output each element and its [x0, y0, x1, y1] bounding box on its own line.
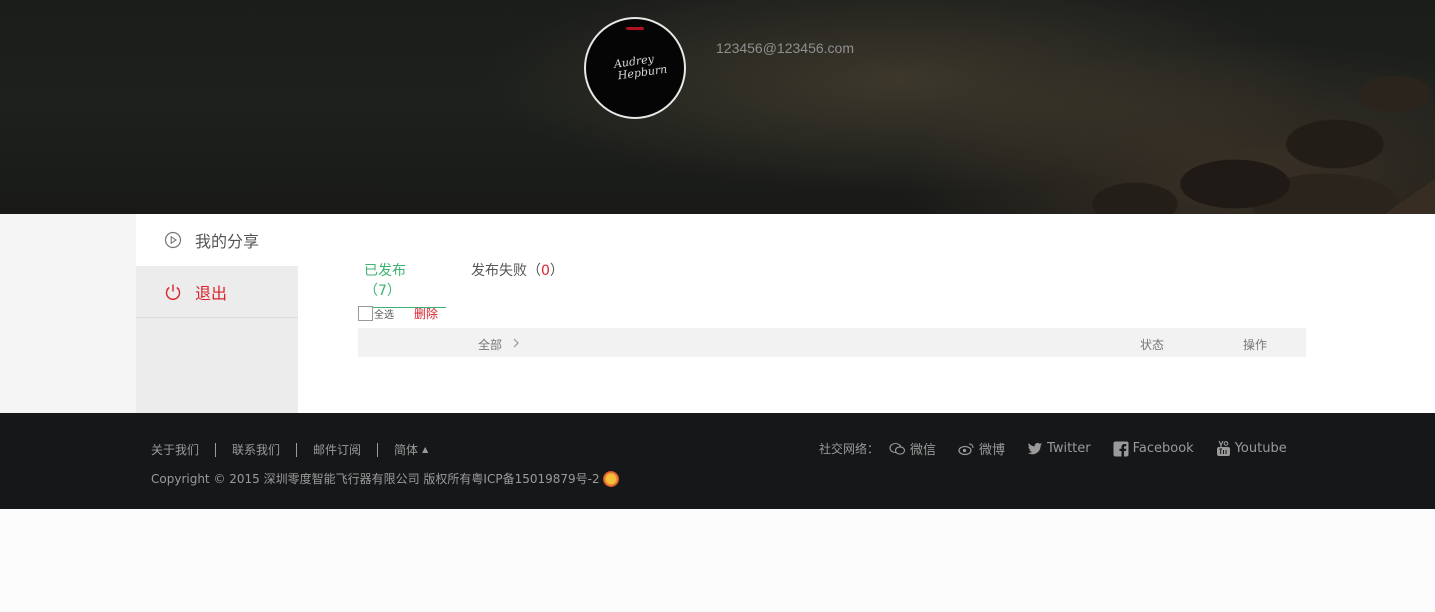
sidebar-item-my-shares[interactable]: 我的分享: [136, 214, 298, 266]
profile-banner: Audrey Hepburn 123456@123456.com: [0, 0, 1435, 214]
column-header-action: 操作: [1243, 338, 1268, 352]
tab-count: 7: [378, 283, 387, 299]
avatar[interactable]: Audrey Hepburn: [584, 17, 686, 119]
sidebar-item-label: 我的分享: [195, 232, 260, 251]
social-label-text: Facebook: [1132, 441, 1194, 456]
social-link-facebook[interactable]: Facebook: [1113, 441, 1194, 457]
tab-paren-close: ）: [549, 263, 564, 279]
filter-all-dropdown[interactable]: 全部: [478, 336, 520, 353]
copyright-text: Copyright © 2015 深圳零度智能飞行器有限公司 版权所有粤ICP备…: [151, 472, 600, 486]
tab-label: 发布失败: [471, 263, 527, 279]
list-toolbar: 全选 删除: [358, 305, 438, 322]
social-label-text: Youtube: [1234, 441, 1287, 456]
social-link-twitter[interactable]: Twitter: [1027, 441, 1091, 456]
twitter-icon: [1027, 442, 1043, 454]
avatar-signature: Audrey Hepburn: [602, 52, 668, 85]
wechat-icon: [889, 442, 906, 455]
social-links: 社交网络： 微信 微博 Twitter Facebook Youtube: [819, 439, 1287, 458]
footer: 关于我们 联系我们 邮件订阅 简体 ▲ Copyright © 2015 深圳零…: [0, 413, 1435, 509]
tab-paren-close: ）: [386, 283, 401, 299]
social-label-text: Twitter: [1047, 441, 1091, 456]
social-link-youtube[interactable]: Youtube: [1216, 440, 1287, 457]
footer-link-subscribe[interactable]: 邮件订阅: [313, 441, 361, 458]
select-all-checkbox[interactable]: [358, 306, 373, 321]
footer-link-about[interactable]: 关于我们: [151, 441, 199, 458]
footer-divider: [215, 442, 217, 457]
avatar-accent: [626, 27, 644, 30]
user-email: 123456@123456.com: [716, 40, 854, 56]
select-all-label[interactable]: 全选: [374, 306, 394, 321]
tab-paren-open: （: [364, 283, 378, 299]
social-label: 社交网络：: [819, 442, 880, 456]
column-header-all: 全部: [478, 338, 503, 352]
page-background: [0, 509, 1435, 612]
language-label: 简体: [394, 443, 419, 457]
weibo-icon: [958, 442, 974, 455]
sidebar-item-label: 退出: [195, 283, 228, 303]
power-icon: [164, 283, 182, 301]
table-header: 全部 状态 操作: [358, 328, 1306, 357]
language-selector[interactable]: 简体 ▲: [394, 441, 428, 458]
left-gutter: [0, 214, 136, 413]
caret-up-icon: ▲: [422, 445, 429, 454]
tab-failed[interactable]: 发布失败（0）: [465, 254, 570, 308]
tab-published[interactable]: 已发布 （7）: [358, 254, 446, 308]
delete-button[interactable]: 删除: [414, 305, 438, 322]
share-tabs: 已发布（7） 发布失败（0）: [358, 254, 589, 308]
tab-label: 已发布: [364, 263, 406, 279]
tab-count: 0: [541, 263, 550, 279]
play-circle-icon: [164, 231, 182, 249]
content-panel: 已发布（7） 发布失败（0） 全选 删除 全部 状态 操作: [358, 214, 1306, 413]
social-label-text: 微博: [979, 443, 1006, 458]
social-link-weibo[interactable]: 微博: [958, 439, 1005, 458]
main-area: 我的分享 退出 已发布（7） 发布失败（0） 全选 删除 全部 状态 操作: [0, 214, 1435, 413]
footer-divider: [377, 442, 379, 457]
social-label-text: 微信: [910, 443, 937, 458]
footer-links: 关于我们 联系我们 邮件订阅 简体 ▲: [151, 441, 428, 458]
copyright: Copyright © 2015 深圳零度智能飞行器有限公司 版权所有粤ICP备…: [151, 470, 619, 487]
youtube-icon: [1216, 440, 1230, 456]
footer-divider: [296, 442, 298, 457]
sidebar-item-logout[interactable]: 退出: [136, 266, 298, 318]
chevron-right-icon: [512, 337, 520, 352]
police-emblem-icon[interactable]: [602, 470, 619, 487]
column-header-status: 状态: [1140, 338, 1165, 352]
sidebar: 我的分享 退出: [136, 214, 298, 413]
rocks-decoration: [995, 54, 1435, 214]
social-link-wechat[interactable]: 微信: [889, 439, 936, 458]
footer-link-contact[interactable]: 联系我们: [232, 441, 280, 458]
facebook-icon: [1113, 441, 1129, 457]
tab-paren-open: （: [527, 263, 541, 279]
